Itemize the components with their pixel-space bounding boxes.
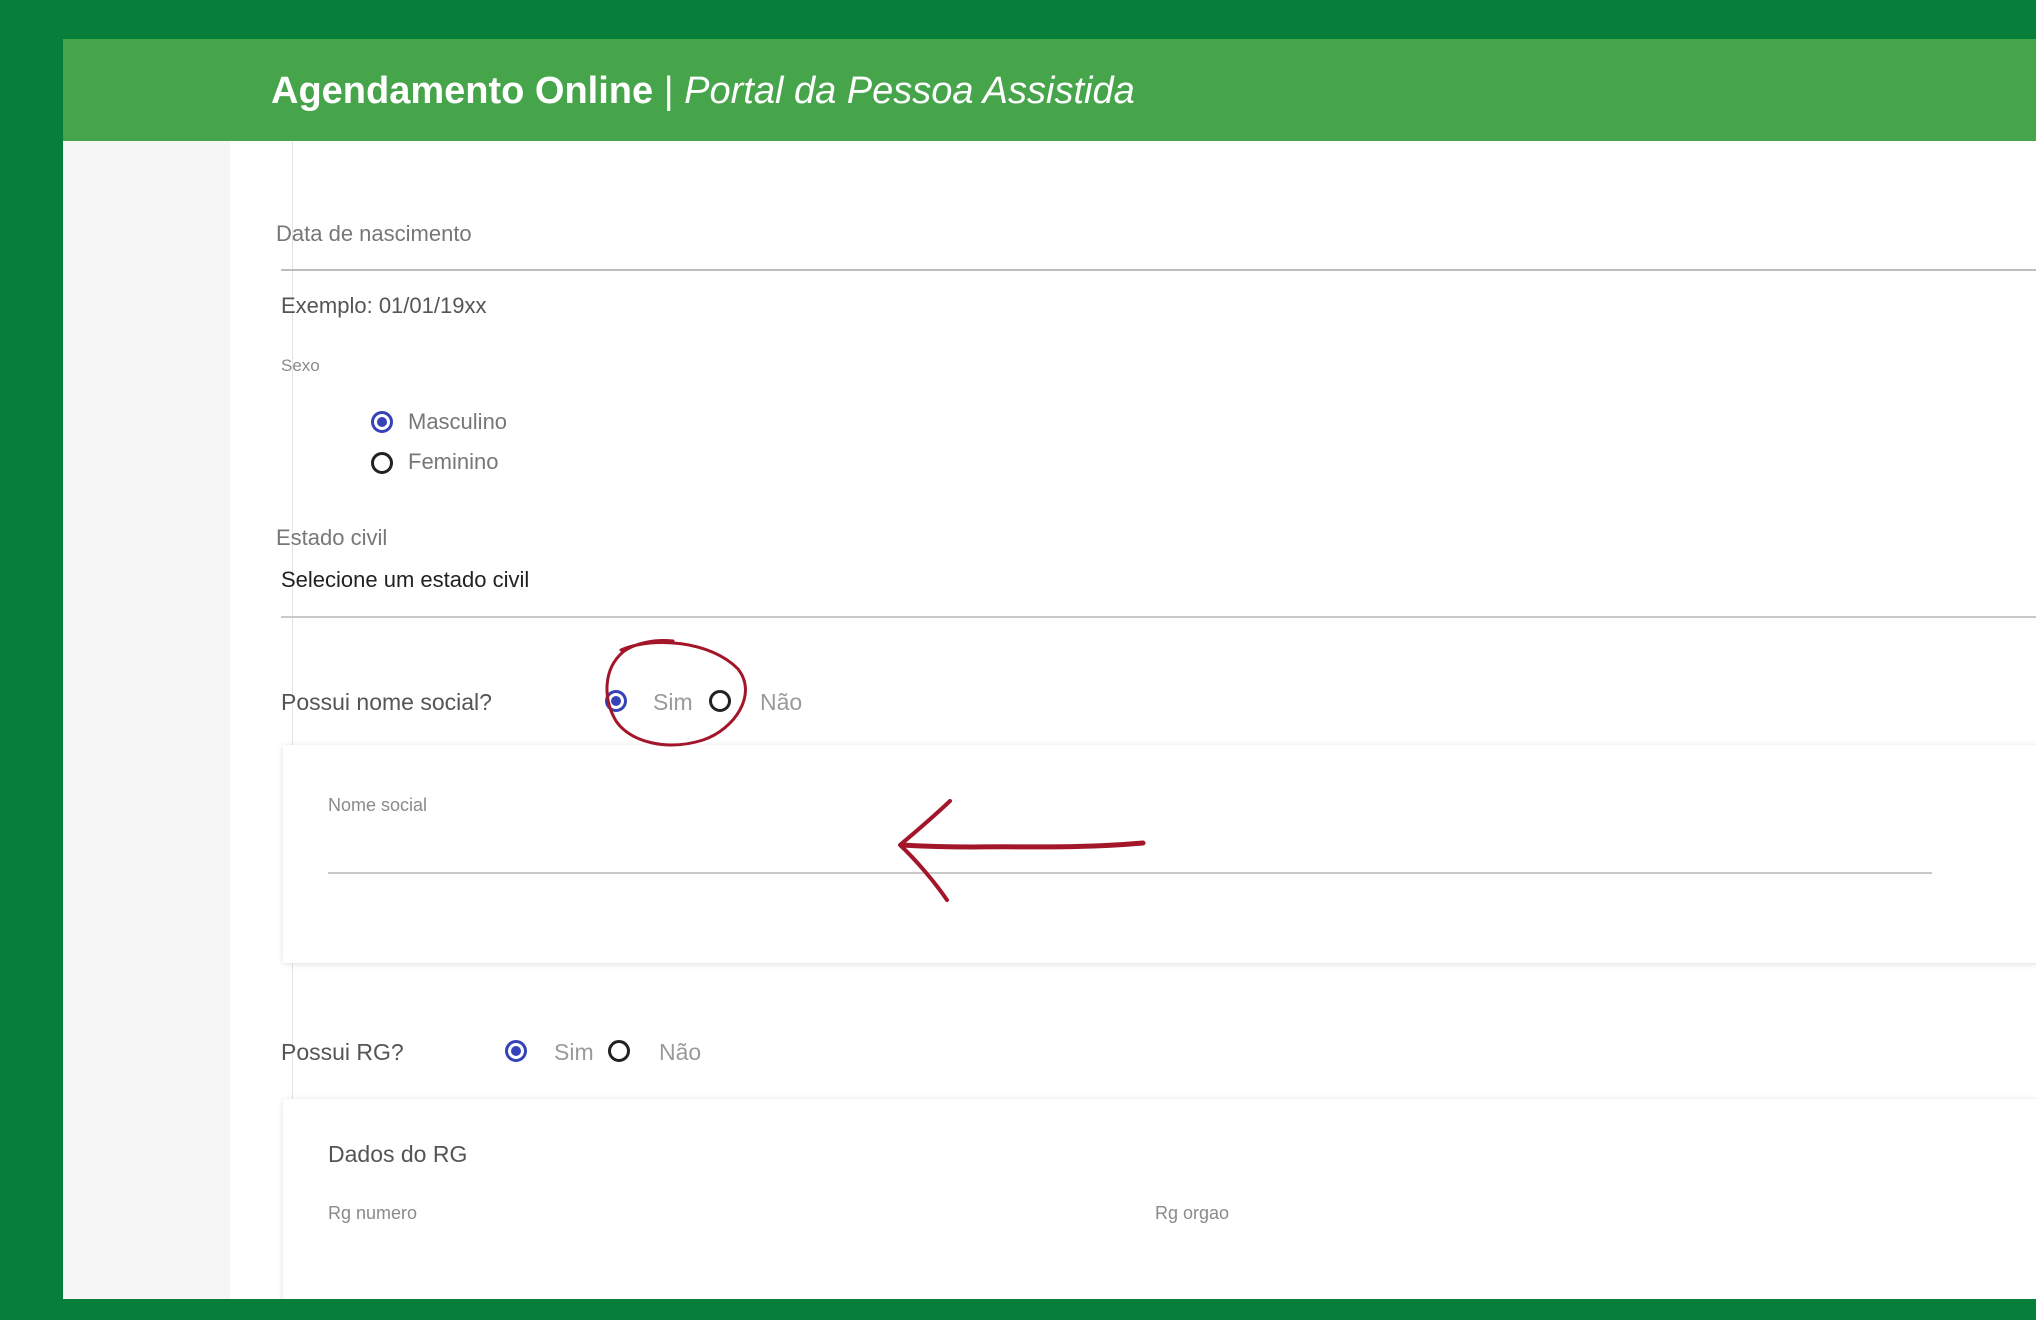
rg-yes-radio[interactable] — [505, 1040, 527, 1062]
app-title: Agendamento Online | Portal da Pessoa As… — [271, 69, 1135, 113]
rg-card-title: Dados do RG — [328, 1141, 468, 1167]
social-name-underline — [328, 872, 1932, 874]
social-name-question-label: Possui nome social? — [281, 689, 492, 715]
social-name-yes-label[interactable]: Sim — [653, 689, 693, 716]
app-window: Agendamento Online | Portal da Pessoa As… — [63, 39, 2036, 1299]
portal-subtitle: Portal da Pessoa Assistida — [684, 70, 1135, 112]
left-sidebar-background — [63, 141, 230, 1299]
civil-status-underline — [281, 616, 2036, 618]
rg-card: Dados do RG Rg numero Rg orgao — [283, 1099, 2036, 1299]
rg-no-radio[interactable] — [608, 1040, 630, 1062]
civil-status-label: Estado civil — [276, 525, 388, 550]
brand-name: Agendamento Online — [271, 70, 654, 112]
civil-status-select[interactable]: Selecione um estado civil — [281, 567, 529, 593]
rg-no-label[interactable]: Não — [659, 1039, 701, 1066]
top-header-bar: Agendamento Online | Portal da Pessoa As… — [63, 39, 2036, 141]
sex-label: Sexo — [281, 356, 320, 375]
sex-masculino-radio[interactable] — [371, 411, 393, 433]
social-name-field-label: Nome social — [328, 795, 428, 815]
social-name-yes-radio[interactable] — [605, 690, 627, 712]
sex-feminino-label[interactable]: Feminino — [408, 449, 498, 475]
rg-question-label: Possui RG? — [281, 1039, 404, 1065]
social-name-card: Nome social — [283, 745, 2036, 963]
rg-yes-label[interactable]: Sim — [554, 1039, 594, 1066]
sex-feminino-radio[interactable] — [371, 452, 393, 474]
social-name-no-radio[interactable] — [709, 690, 731, 712]
social-name-no-label[interactable]: Não — [760, 689, 802, 716]
social-name-input[interactable] — [328, 829, 1928, 869]
birthdate-input[interactable] — [281, 269, 2036, 271]
sex-masculino-label[interactable]: Masculino — [408, 409, 507, 435]
birthdate-hint: Exemplo: 01/01/19xx — [281, 293, 487, 318]
rg-number-label: Rg numero — [328, 1203, 418, 1223]
birthdate-label: Data de nascimento — [276, 221, 472, 246]
rg-org-label: Rg orgao — [1155, 1203, 1230, 1223]
title-separator: | — [663, 70, 674, 112]
